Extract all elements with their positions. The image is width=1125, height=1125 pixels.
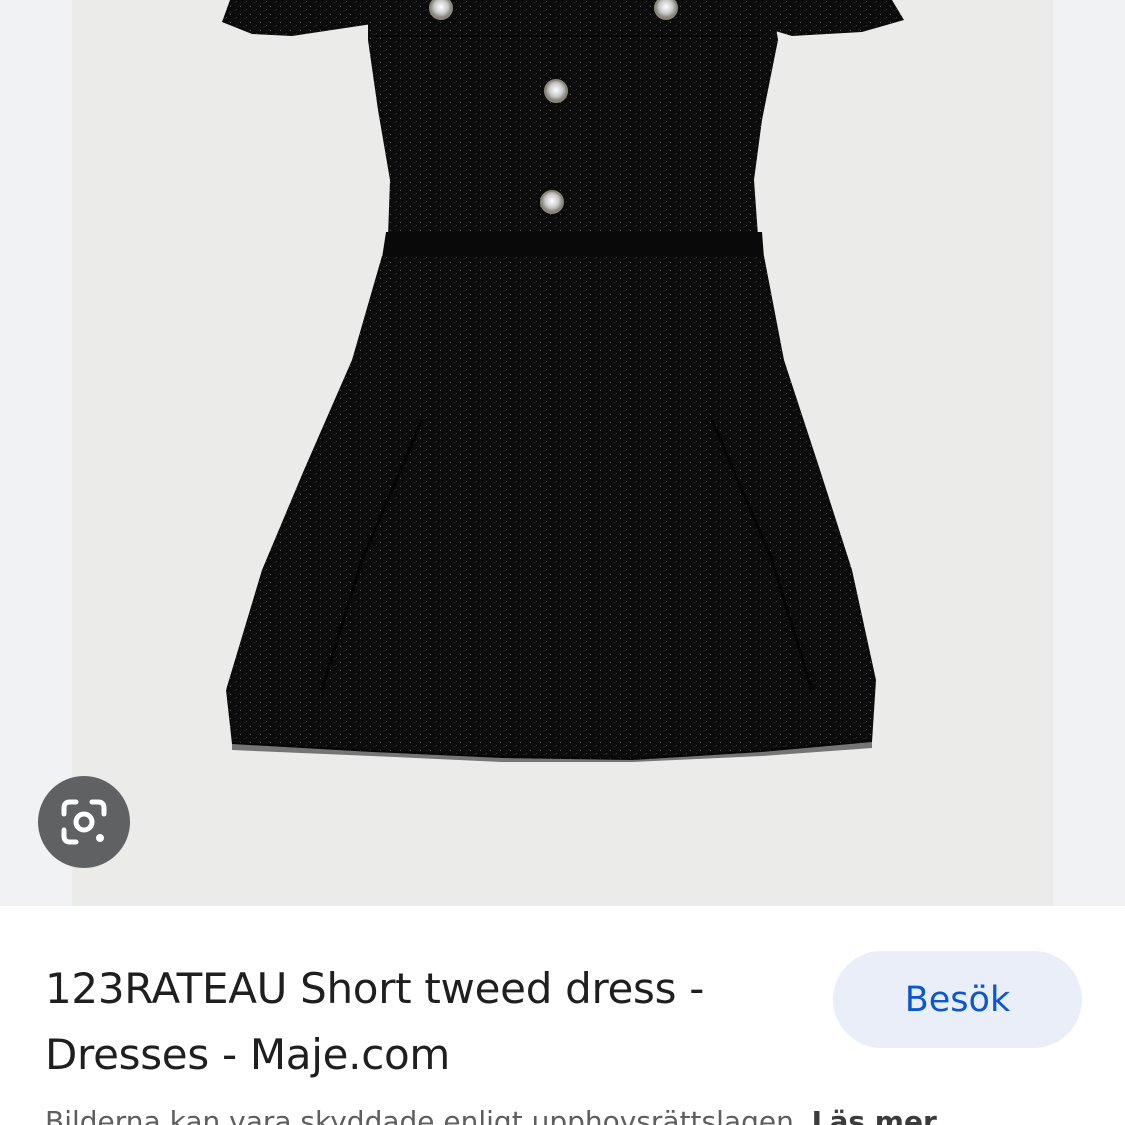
image-viewer xyxy=(0,0,1125,906)
product-image-frame[interactable] xyxy=(72,0,1053,906)
google-lens-button[interactable] xyxy=(38,776,130,868)
copyright-text: Bilderna kan vara skyddade enligt upphov… xyxy=(45,1105,803,1125)
google-lens-icon xyxy=(61,799,107,845)
copyright-notice: Bilderna kan vara skyddade enligt upphov… xyxy=(45,1102,1105,1125)
result-title[interactable]: 123RATEAU Short tweed dress - Dresses - … xyxy=(45,956,805,1088)
result-info-panel: 123RATEAU Short tweed dress - Dresses - … xyxy=(0,906,1125,1125)
visit-button[interactable]: Besök xyxy=(833,951,1082,1048)
image-result-page: 123RATEAU Short tweed dress - Dresses - … xyxy=(0,0,1125,1125)
learn-more-link[interactable]: Läs mer xyxy=(812,1105,937,1125)
dress-image xyxy=(222,0,904,762)
